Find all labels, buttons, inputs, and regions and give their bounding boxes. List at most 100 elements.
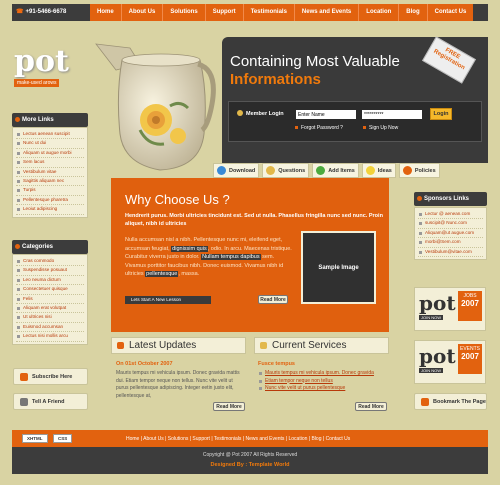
lightbulb-icon [365, 166, 375, 175]
key-icon [237, 110, 243, 116]
login-button[interactable]: Login [430, 108, 452, 120]
sponsor-link[interactable]: Vestibulum@vitae.com [418, 248, 483, 258]
more-link-item[interactable]: Vestibulum vitae [16, 168, 84, 178]
toolbar-ideas[interactable]: Ideas [361, 163, 396, 178]
tell-friend-label: Tell A Friend [32, 398, 65, 405]
toolbar-questions[interactable]: Questions [262, 163, 310, 178]
services-subtitle: Fusce tempus [258, 361, 295, 367]
category-item[interactable]: Ut ultrices nisi [16, 313, 84, 323]
toolbar-download[interactable]: Download [213, 163, 260, 178]
more-link-item[interactable]: Turpis [16, 186, 84, 196]
highlight-link[interactable]: pellentesque [145, 271, 179, 277]
nav-home[interactable]: Home [90, 4, 122, 21]
nav-blog[interactable]: Blog [399, 4, 428, 21]
nav-news-events[interactable]: News and Events [295, 4, 360, 21]
headline-secondary: Informations [230, 71, 321, 88]
mail-icon [20, 397, 28, 406]
username-field[interactable] [296, 110, 356, 119]
bullet-icon [363, 126, 366, 130]
why-lead-text: Hendrerit purus. Morbi ultricies tincidu… [125, 213, 383, 227]
more-link-item[interactable]: Sem lacus [16, 158, 84, 168]
jobs-ad[interactable]: pot JOIN NOW JOBS 2007 [414, 287, 486, 331]
service-item[interactable]: Etiam tempor neque non tellus [258, 378, 388, 386]
designer-credit: Designed By : Template World [210, 462, 290, 468]
toolbar-label: Policies [414, 167, 436, 174]
category-item[interactable]: Suspendisse posuaut [16, 266, 84, 276]
join-now-link[interactable]: JOIN NOW [419, 368, 443, 373]
more-links-panel: More Links Lectus aenean suscipit Nunc u… [12, 113, 88, 218]
tell-friend-button[interactable]: Tell A Friend [13, 393, 88, 410]
watering-can-image [95, 43, 216, 171]
bookmark-button[interactable]: Bookmark The Page [414, 393, 487, 410]
category-item[interactable]: Cras commodo [16, 257, 84, 267]
category-item[interactable]: Leo neuma dictum [16, 276, 84, 286]
highlight-link[interactable]: dignissim quis [171, 245, 208, 252]
subscribe-button[interactable]: Subscribe Here [13, 368, 88, 385]
logo-text: pot [14, 44, 69, 79]
categories-title: Categories [12, 240, 88, 254]
category-item[interactable]: Lectus nisi mollis arcu [16, 332, 84, 342]
more-link-item[interactable]: Pellentesque pharetra [16, 196, 84, 206]
more-link-item[interactable]: Nunc ut dui [16, 139, 84, 149]
service-item[interactable]: Mauris tempus mi vehicula ipsum. Donec g… [258, 370, 388, 378]
download-icon [217, 166, 226, 175]
sponsor-link[interactable]: suscipit@ Nunc.com [418, 219, 483, 229]
question-icon [266, 166, 276, 175]
more-link-item[interactable]: Aliquam ut augue morbi [16, 149, 84, 159]
highlight-link[interactable]: Nullam tempus dapibus [201, 254, 261, 260]
phone-text: +91-5466-6678 [25, 9, 67, 15]
update-text: Mauris tempus mi vehicula ipsum. Donec g… [116, 370, 240, 399]
category-item[interactable]: Felis [16, 295, 84, 305]
nav-about[interactable]: About Us [122, 4, 164, 21]
ad-logo: pot [419, 291, 456, 315]
services-list: Mauris tempus mi vehicula ipsum. Donec g… [258, 370, 388, 393]
sponsor-link[interactable]: morbi@Sem.com [418, 238, 483, 248]
bullet-icon [295, 126, 298, 130]
add-icon [316, 166, 326, 175]
current-services-header: Current Services [254, 337, 389, 354]
toolbar-add-items[interactable]: Add Items [312, 163, 359, 178]
sponsor-link[interactable]: Lectur @ aenean.com [418, 210, 483, 220]
nav-support[interactable]: Support [206, 4, 244, 21]
toolbar-label: Download [229, 167, 256, 174]
signup-text: Sign Up Now [369, 125, 399, 131]
services-read-more-button[interactable]: Read More [355, 402, 387, 411]
password-field[interactable] [362, 110, 422, 119]
nav-solutions[interactable]: Solutions [163, 4, 206, 21]
category-item[interactable]: Consectetuer quisque [16, 285, 84, 295]
nav-testimonials[interactable]: Testimonials [244, 4, 295, 21]
forgot-password-link[interactable]: Forgot Password ? [295, 125, 343, 131]
toolbar-policies[interactable]: Policies [398, 163, 440, 178]
jobs-label: JOBS 2007 [458, 291, 482, 321]
member-login-label: Member Login [246, 111, 284, 117]
footer-nav[interactable]: Home | About Us | Solutions | Support | … [126, 436, 350, 442]
more-links-list: Lectus aenean suscipit Nunc ut dui Aliqu… [12, 127, 88, 218]
new-lesson-link[interactable]: Lets Start A New Lesson [125, 296, 211, 304]
toolbar-label: Questions [278, 167, 306, 174]
xhtml-badge[interactable]: XHTML [22, 434, 48, 443]
join-now-link[interactable]: JOIN NOW [419, 315, 443, 320]
latest-updates-header: Latest Updates [111, 337, 246, 354]
css-badge[interactable]: CSS [53, 434, 73, 443]
ad-year: 2007 [461, 299, 479, 308]
ad-logo: pot [419, 344, 456, 368]
updates-read-more-button[interactable]: Read More [213, 402, 245, 411]
read-more-button[interactable]: Read More [258, 295, 288, 304]
category-item[interactable]: Euismod accumsan [16, 323, 84, 333]
category-item[interactable]: Aliquam erat volutpat [16, 304, 84, 314]
nav-location[interactable]: Location [359, 4, 400, 21]
events-label: EVENTS 2007 [458, 344, 482, 374]
sponsor-link[interactable]: Aliquam@ut augue.com [418, 229, 483, 239]
site-logo[interactable]: pot make-used arows [14, 44, 89, 96]
more-link-item[interactable]: Lectus aenean suscipit [16, 130, 84, 140]
more-link-item[interactable]: Leoiut adipiscing [16, 205, 84, 215]
categories-list: Cras commodo Suspendisse posuaut Leo neu… [12, 254, 88, 345]
events-ad[interactable]: pot JOIN NOW EVENTS 2007 [414, 340, 486, 384]
main-nav: Home About Us Solutions Support Testimon… [90, 4, 474, 21]
why-body-text: Nulla accumsan nisl a nibh. Pellentesque… [125, 236, 295, 279]
nav-contact[interactable]: Contact Us [428, 4, 474, 21]
service-item[interactable]: Nunc vite velit ut purus pellentesque [258, 385, 388, 393]
more-link-item[interactable]: Sagittis aliquam nec [16, 177, 84, 187]
signup-link[interactable]: Sign Up Now [363, 125, 398, 131]
rss-icon [20, 372, 28, 381]
